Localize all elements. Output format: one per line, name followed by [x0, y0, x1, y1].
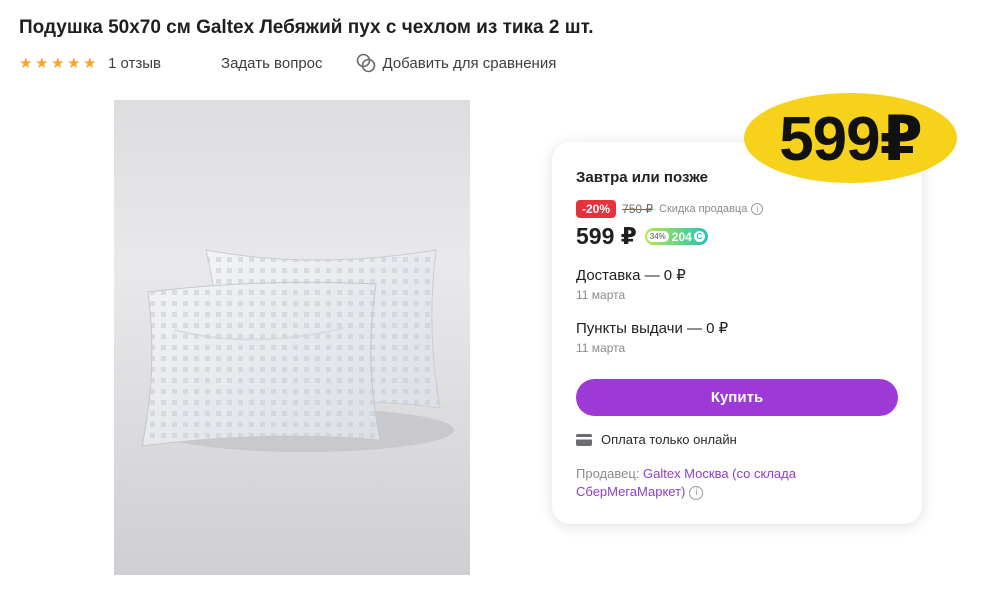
star-icon: ★	[51, 54, 65, 72]
payment-note-text: Оплата только онлайн	[601, 432, 737, 447]
delivery-title: Завтра или позже	[576, 169, 708, 186]
product-title: Подушка 50x70 см Galtex Лебяжий пух с че…	[19, 17, 594, 38]
credit-card-icon	[576, 433, 592, 446]
bonus-badge[interactable]: 34% 204 С	[644, 228, 708, 245]
current-price: 599 ₽	[576, 223, 637, 249]
seller-prefix: Продавец:	[576, 466, 643, 481]
offer-card: Завтра или позже -20% 750 ₽ Скидка прода…	[552, 142, 922, 524]
star-icon: ★	[19, 54, 33, 72]
star-icon: ★	[83, 54, 97, 72]
product-meta-row: ★ ★ ★ ★ ★ 1 отзыв Задать вопрос Добавить…	[19, 53, 556, 73]
bonus-value: 204	[671, 229, 692, 244]
seller-info: Продавец: Galtex Москва (со склада СберМ…	[576, 465, 876, 501]
rating-stars[interactable]: ★ ★ ★ ★ ★	[19, 56, 98, 71]
price-row: 599 ₽ 34% 204 С	[576, 223, 708, 250]
star-icon: ★	[67, 54, 81, 72]
pickup-option-date: 11 марта	[576, 341, 626, 355]
delivery-option-title[interactable]: Доставка — 0 ₽	[576, 266, 686, 284]
product-image[interactable]	[114, 100, 470, 575]
pillows-illustration	[141, 249, 454, 452]
seller-discount-label: Скидка продавца	[659, 203, 748, 215]
buy-button[interactable]: Купить	[576, 379, 898, 416]
pickup-option-title[interactable]: Пункты выдачи — 0 ₽	[576, 319, 728, 337]
reviews-link[interactable]: 1 отзыв	[108, 55, 161, 72]
sticker-price: 599₽	[779, 104, 923, 174]
discount-row: -20% 750 ₽ Скидка продавца i	[576, 200, 764, 218]
delivery-option-date: 11 марта	[576, 288, 626, 302]
old-price: 750 ₽	[622, 202, 654, 216]
discount-badge: -20%	[576, 200, 617, 218]
bonus-coin-icon: С	[693, 231, 705, 242]
compare-icon	[356, 53, 375, 73]
ask-question-link[interactable]: Задать вопрос	[221, 55, 322, 72]
payment-note: Оплата только онлайн	[576, 432, 737, 447]
price-sticker: 599₽	[744, 93, 957, 183]
star-icon: ★	[35, 54, 49, 72]
add-to-compare-button[interactable]: Добавить для сравнения	[355, 52, 557, 74]
info-icon[interactable]: i	[751, 203, 764, 215]
bonus-percent: 34%	[646, 231, 669, 242]
info-icon[interactable]: i	[689, 485, 704, 500]
compare-label: Добавить для сравнения	[382, 54, 557, 72]
